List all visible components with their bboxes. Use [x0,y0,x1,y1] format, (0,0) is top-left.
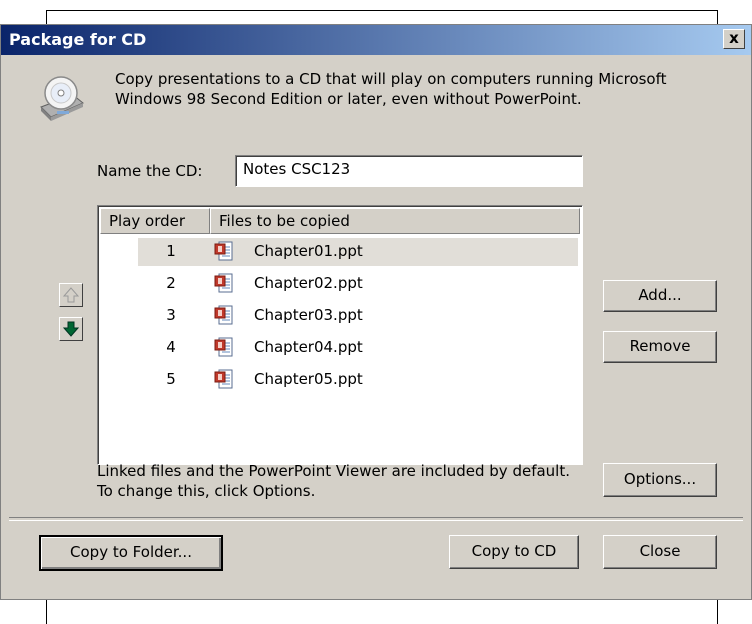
move-up-button[interactable] [59,283,83,307]
column-play-order[interactable]: Play order [100,208,210,234]
cd-name-input[interactable]: Notes CSC123 [235,155,583,187]
options-button-label: Options... [623,470,697,488]
file-name: Chapter04.ppt [254,338,363,356]
page-border-left-top [46,10,47,24]
powerpoint-file-icon [214,241,233,261]
play-order-value: 5 [166,370,176,388]
arrow-up-icon [62,287,80,303]
list-item[interactable]: 2 Chapter02.ppt [100,270,580,298]
file-name: Chapter02.ppt [254,274,363,292]
list-item[interactable]: 1 Chapter01.ppt [100,238,580,266]
close-glyph: x [729,29,739,47]
files-list[interactable]: Play order Files to be copied 1 Chapter01… [97,205,583,465]
column-files[interactable]: Files to be copied [210,208,580,234]
powerpoint-file-icon [214,337,233,357]
list-item[interactable]: 5 Chapter05.ppt [100,366,580,394]
page-border-right-top [717,10,718,24]
remove-button-label: Remove [629,337,691,355]
play-order-value: 1 [166,242,176,260]
close-button-label: Close [639,542,681,560]
list-item[interactable]: 3 Chapter03.ppt [100,302,580,330]
copy-to-cd-button[interactable]: Copy to CD [449,535,579,569]
arrow-down-icon [62,321,80,337]
play-order-value: 4 [166,338,176,356]
remove-button[interactable]: Remove [603,331,717,363]
add-button[interactable]: Add... [603,280,717,312]
cd-drive-icon [40,76,84,121]
package-for-cd-dialog: Package for CD x Copy presentations to a… [0,24,752,600]
close-icon[interactable]: x [723,29,745,49]
list-item[interactable]: 4 Chapter04.ppt [100,334,580,362]
page-border-left-bottom [46,600,47,624]
play-order-value: 2 [166,274,176,292]
options-button[interactable]: Options... [603,463,717,497]
powerpoint-file-icon [214,305,233,325]
copy-to-folder-button[interactable]: Copy to Folder... [39,535,223,571]
add-button-label: Add... [638,286,682,304]
powerpoint-file-icon [214,273,233,293]
description-text: Copy presentations to a CD that will pla… [115,70,667,108]
play-order-value: 3 [166,306,176,324]
page-border-top [46,10,718,11]
close-button[interactable]: Close [603,535,717,569]
list-header: Play order Files to be copied [100,208,580,234]
separator [9,517,743,521]
dialog-title: Package for CD [9,30,147,49]
copy-to-cd-label: Copy to CD [471,542,557,560]
file-name: Chapter03.ppt [254,306,363,324]
move-down-button[interactable] [59,317,83,341]
copy-to-folder-label: Copy to Folder... [70,543,192,561]
title-bar: Package for CD x [1,25,751,55]
name-cd-label: Name the CD: [97,162,203,180]
linked-files-note: Linked files and the PowerPoint Viewer a… [97,462,570,500]
file-name: Chapter01.ppt [254,242,363,260]
page-border-right-bottom [717,600,718,624]
powerpoint-file-icon [214,369,233,389]
file-name: Chapter05.ppt [254,370,363,388]
